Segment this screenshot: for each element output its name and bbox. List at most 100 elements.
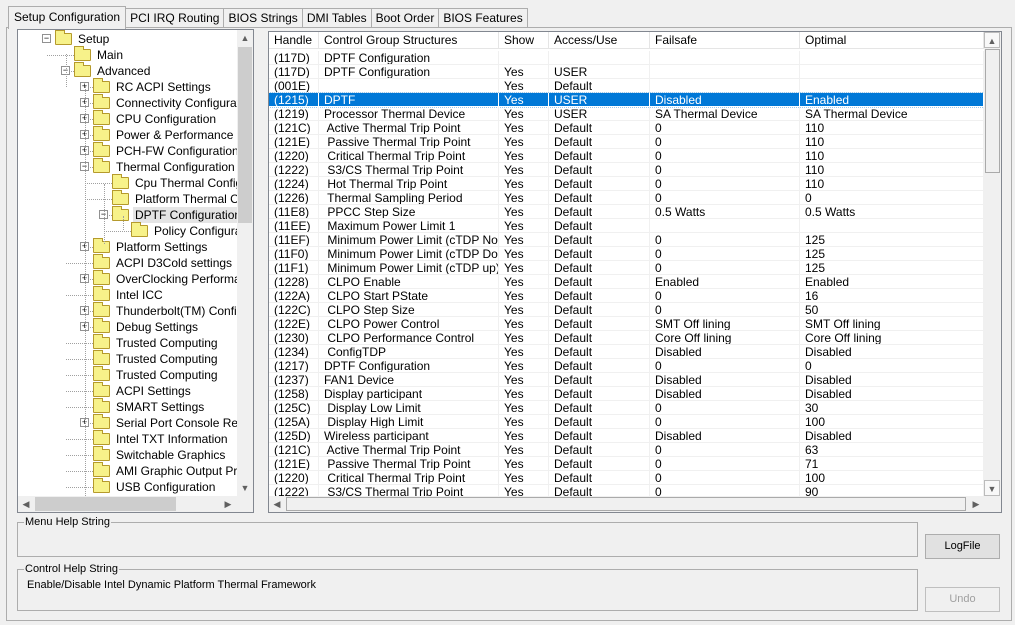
table-vertical-scrollbar[interactable]: ▲ ▼ — [984, 32, 1001, 496]
table-row[interactable]: (121C) Active Thermal Trip Point Yes Defau… — [269, 121, 984, 135]
table-row[interactable]: (1219) Processor Thermal Device Yes USER SA … — [269, 107, 984, 121]
table-row[interactable]: (1234) ConfigTDP Yes Default Disabled Disabl… — [269, 345, 984, 359]
table-hscroll-thumb[interactable] — [286, 497, 966, 511]
tab-bios-strings[interactable]: BIOS Strings — [223, 8, 303, 28]
tree-item[interactable]: Switchable Graphics — [18, 446, 237, 463]
table-row[interactable]: (125D) Wireless participant Yes Default Disa… — [269, 429, 984, 443]
table-row[interactable]: (1220) Critical Thermal Trip Point Yes Def… — [269, 471, 984, 485]
table-scroll-thumb[interactable] — [985, 49, 1000, 173]
tab-setup-configuration[interactable]: Setup Configuration — [8, 6, 127, 29]
table-cell: (121C) — [269, 121, 319, 135]
tree-item[interactable]: + CPU Configuration — [18, 110, 237, 127]
tree-item[interactable]: + Thunderbolt(TM) Configur — [18, 302, 253, 319]
tree-item[interactable]: + Serial Port Console Redire — [18, 414, 253, 431]
tree-scroll-thumb[interactable] — [238, 47, 252, 223]
tree-item[interactable]: − Advanced — [18, 62, 237, 79]
table-horizontal-scrollbar[interactable]: ◀ ▶ — [269, 496, 1001, 512]
control-table[interactable]: Handle Control Group Structures Show Access… — [268, 31, 1002, 513]
tree-item[interactable]: ACPI D3Cold settings — [18, 254, 237, 271]
table-row[interactable]: (1220) Critical Thermal Trip Point Yes Def… — [269, 149, 984, 163]
tab-boot-order[interactable]: Boot Order — [370, 8, 440, 28]
table-row[interactable]: (11EF) Minimum Power Limit (cTDP Nom) Yes… — [269, 233, 984, 247]
table-row[interactable]: (1217) DPTF Configuration Yes Default 0 0 — [269, 359, 984, 373]
column-header-optimal[interactable]: Optimal — [800, 32, 984, 49]
tree-item[interactable]: + Connectivity Configuration — [18, 94, 253, 111]
tree-item[interactable]: ACPI Settings — [18, 382, 237, 399]
tree-item[interactable]: AMI Graphic Output Proto — [18, 462, 253, 479]
table-row[interactable]: (1222) S3/CS Thermal Trip Point Yes Defaul… — [269, 163, 984, 177]
table-row[interactable]: (001E) Yes Default — [269, 79, 984, 93]
column-header-show[interactable]: Show — [499, 32, 549, 49]
table-cell: (11F1) — [269, 261, 319, 275]
table-row[interactable]: (11E8) PPCC Step Size Yes Default 0.5 Watts… — [269, 205, 984, 219]
table-row[interactable]: (1237) FAN1 Device Yes Default Disabled Disab… — [269, 373, 984, 387]
tree-item[interactable]: Intel ICC — [18, 286, 237, 303]
tree-item[interactable]: Policy Configuratio — [18, 222, 253, 239]
table-row[interactable]: (117D) DPTF Configuration Yes USER — [269, 65, 984, 79]
table-row[interactable]: (121E) Passive Thermal Trip Point Yes Defa… — [269, 135, 984, 149]
tree-item[interactable]: Intel TXT Information — [18, 430, 237, 447]
tree-item[interactable]: Main — [18, 46, 237, 63]
logfile-button[interactable]: LogFile — [925, 534, 1000, 559]
table-cell: 0 — [650, 289, 800, 303]
tree-item[interactable]: + Power & Performance — [18, 126, 237, 143]
table-row[interactable]: (122C) CLPO Step Size Yes Default 0 50 — [269, 303, 984, 317]
table-row[interactable]: (1258) Display participant Yes Default Disab… — [269, 387, 984, 401]
table-row[interactable]: (11F0) Minimum Power Limit (cTDP Do... Ye… — [269, 247, 984, 261]
tree-item[interactable]: Cpu Thermal Configur — [18, 174, 253, 191]
scroll-down-icon[interactable]: ▼ — [984, 480, 1000, 496]
scroll-up-icon[interactable]: ▲ — [237, 30, 253, 46]
scroll-right-icon[interactable]: ▶ — [968, 496, 984, 512]
tree-item[interactable]: Trusted Computing — [18, 334, 237, 351]
tab-pci-irq-routing[interactable]: PCI IRQ Routing — [125, 8, 225, 28]
scroll-left-icon[interactable]: ◀ — [269, 496, 285, 512]
tab-bios-features[interactable]: BIOS Features — [438, 8, 528, 28]
table-row[interactable]: (122A) CLPO Start PState Yes Default 0 16 — [269, 289, 984, 303]
tree-item[interactable]: Trusted Computing — [18, 350, 237, 367]
table-row[interactable]: (11EE) Maximum Power Limit 1 Yes Default — [269, 219, 984, 233]
column-header-failsafe[interactable]: Failsafe — [650, 32, 800, 49]
table-row[interactable]: (125A) Display High Limit Yes Default 0 100 — [269, 415, 984, 429]
tree-horizontal-scrollbar[interactable]: ◀ ▶ — [18, 496, 253, 512]
scroll-left-icon[interactable]: ◀ — [18, 496, 34, 512]
column-header-access-use[interactable]: Access/Use — [549, 32, 650, 49]
undo-button[interactable]: Undo — [925, 587, 1000, 612]
scroll-up-icon[interactable]: ▲ — [984, 32, 1000, 48]
table-row[interactable]: (121E) Passive Thermal Trip Point Yes Defa… — [269, 457, 984, 471]
tree-item[interactable]: + OverClocking Performanc — [18, 270, 253, 287]
scroll-right-icon[interactable]: ▶ — [220, 496, 236, 512]
tree-item[interactable]: − DPTF Configuration — [18, 206, 244, 223]
tab-dmi-tables[interactable]: DMI Tables — [301, 8, 372, 28]
table-row[interactable]: (1228) CLPO Enable Yes Default Enabled Enabl… — [269, 275, 984, 289]
column-header-control-group-structures[interactable]: Control Group Structures — [319, 32, 499, 49]
tree-item[interactable]: − Setup — [18, 30, 237, 47]
collapse-icon[interactable]: − — [42, 34, 51, 43]
table-row[interactable]: (11F1) Minimum Power Limit (cTDP up) Yes D… — [269, 261, 984, 275]
table-row[interactable]: (125C) Display Low Limit Yes Default 0 30 — [269, 401, 984, 415]
table-row[interactable]: (1224) Hot Thermal Trip Point Yes Default 0… — [269, 177, 984, 191]
tree-item[interactable]: + PCH-FW Configuration — [18, 142, 239, 159]
table-row[interactable]: (1226) Thermal Sampling Period Yes Default… — [269, 191, 984, 205]
tree-item[interactable]: + RC ACPI Settings — [18, 78, 237, 95]
table-row[interactable]: (1230) CLPO Performance Control Yes Defaul… — [269, 331, 984, 345]
tree-item[interactable]: Platform Thermal Con — [18, 190, 252, 207]
scroll-down-icon[interactable]: ▼ — [237, 480, 253, 496]
tree-vertical-scrollbar[interactable]: ▲ ▼ — [237, 30, 253, 496]
tree-item[interactable]: USB Configuration — [18, 478, 237, 495]
tree-hscroll-thumb[interactable] — [35, 497, 176, 511]
tree-item[interactable]: + Debug Settings — [18, 318, 237, 335]
tree-item[interactable]: − Thermal Configuration — [18, 158, 237, 175]
tree-item[interactable]: + Platform Settings — [18, 238, 237, 255]
table-cell: Wireless participant — [319, 429, 499, 443]
table-row[interactable]: (122E) CLPO Power Control Yes Default SMT O… — [269, 317, 984, 331]
setup-tree[interactable]: − Setup Main − Advanced + RC ACPI Settings + Con… — [17, 29, 254, 513]
table-row[interactable]: (1215) DPTF Yes USER Disabled Enabled — [269, 92, 985, 108]
table-cell: CLPO Performance Control — [319, 331, 499, 345]
table-row[interactable]: (121C) Active Thermal Trip Point Yes Defau… — [269, 443, 984, 457]
table-row[interactable]: (117D) DPTF Configuration — [269, 51, 984, 65]
tree-item[interactable]: SMART Settings — [18, 398, 237, 415]
column-header-handle[interactable]: Handle — [269, 32, 319, 49]
tree-item[interactable]: Trusted Computing — [18, 366, 237, 383]
table-cell: 0.5 Watts — [650, 205, 800, 219]
tree-connector — [66, 375, 93, 376]
